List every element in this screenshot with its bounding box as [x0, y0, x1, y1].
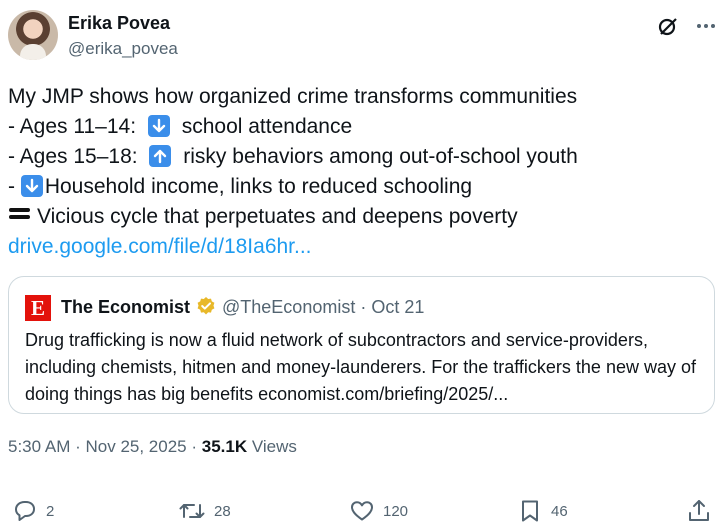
quoted-separator: · [360, 297, 367, 317]
bookmark-button[interactable]: 46 [517, 498, 568, 524]
arrow-down-icon [20, 175, 43, 197]
quoted-post-text: Drug trafficking is now a fluid network … [25, 330, 696, 404]
post-header: Erika Povea @erika_povea [8, 10, 720, 62]
post-line-4: Vicious cycle that perpetuates and deepe… [8, 202, 720, 232]
views-label: Views [247, 437, 297, 456]
post-metadata: 5:30 AM · Nov 25, 2025 · 35.1K Views [8, 437, 297, 457]
bookmark-icon [522, 500, 538, 522]
views-count: 35.1K [201, 437, 248, 456]
post-line-1: - Ages 11–14: school attendance [8, 112, 720, 142]
verified-badge-icon [196, 296, 216, 321]
quoted-author-handle[interactable]: @TheEconomist [222, 297, 355, 317]
like-icon [351, 501, 373, 521]
line-1-text: school attendance [175, 115, 353, 138]
arrow-down-icon [147, 115, 170, 137]
author-handle[interactable]: @erika_povea [68, 39, 178, 59]
avatar[interactable] [8, 10, 58, 60]
share-icon [689, 500, 709, 521]
quoted-author-name[interactable]: The Economist [61, 297, 190, 317]
drive-link[interactable]: drive.google.com/file/d/18Ia6hr... [8, 232, 720, 262]
post-line-2: - Ages 15–18: risky behaviors among out-… [8, 142, 720, 172]
economist-logo: E [25, 295, 51, 321]
like-button[interactable]: 120 [349, 498, 408, 524]
header-actions [654, 12, 720, 40]
share-button[interactable] [686, 498, 712, 524]
post-text: My JMP shows how organized crime transfo… [8, 82, 720, 262]
repost-count: 28 [214, 502, 231, 520]
repost-icon [179, 504, 205, 518]
line-4-text: Vicious cycle that perpetuates and deepe… [37, 205, 518, 228]
line-3-text: Household income, links to reduced schoo… [44, 175, 473, 198]
repost-button[interactable]: 28 [178, 498, 231, 524]
line-3-prefix: - [8, 175, 21, 198]
more-icon[interactable] [692, 12, 720, 40]
post-line-3: - Household income, links to reduced sch… [8, 172, 720, 202]
post-actions: 2 28 120 46 [8, 495, 720, 527]
line-2-prefix: - Ages 15–18: [8, 145, 144, 168]
quoted-post[interactable]: E The Economist @TheEconomist · Oct 21 Dr… [8, 276, 715, 414]
post-intro: My JMP shows how organized crime transfo… [8, 85, 578, 108]
arrow-up-icon [149, 145, 172, 167]
post-time[interactable]: 5:30 AM [8, 437, 70, 456]
grok-icon[interactable] [654, 12, 682, 40]
equals-icon [8, 207, 32, 221]
reply-count: 2 [46, 502, 55, 520]
quoted-date[interactable]: Oct 21 [371, 297, 424, 317]
meta-separator: · [70, 437, 86, 456]
reply-icon [15, 501, 35, 521]
post-date[interactable]: Nov 25, 2025 [85, 437, 186, 456]
line-1-prefix: - Ages 11–14: [8, 115, 142, 138]
author-name[interactable]: Erika Povea [68, 13, 170, 34]
meta-separator-2: · [186, 437, 202, 456]
line-2-text: risky behaviors among out-of-school yout… [177, 145, 578, 168]
reply-button[interactable]: 2 [12, 498, 54, 524]
bookmark-count: 46 [551, 502, 568, 520]
like-count: 120 [383, 502, 409, 520]
quoted-post-header: The Economist @TheEconomist · Oct 21 [61, 296, 424, 321]
